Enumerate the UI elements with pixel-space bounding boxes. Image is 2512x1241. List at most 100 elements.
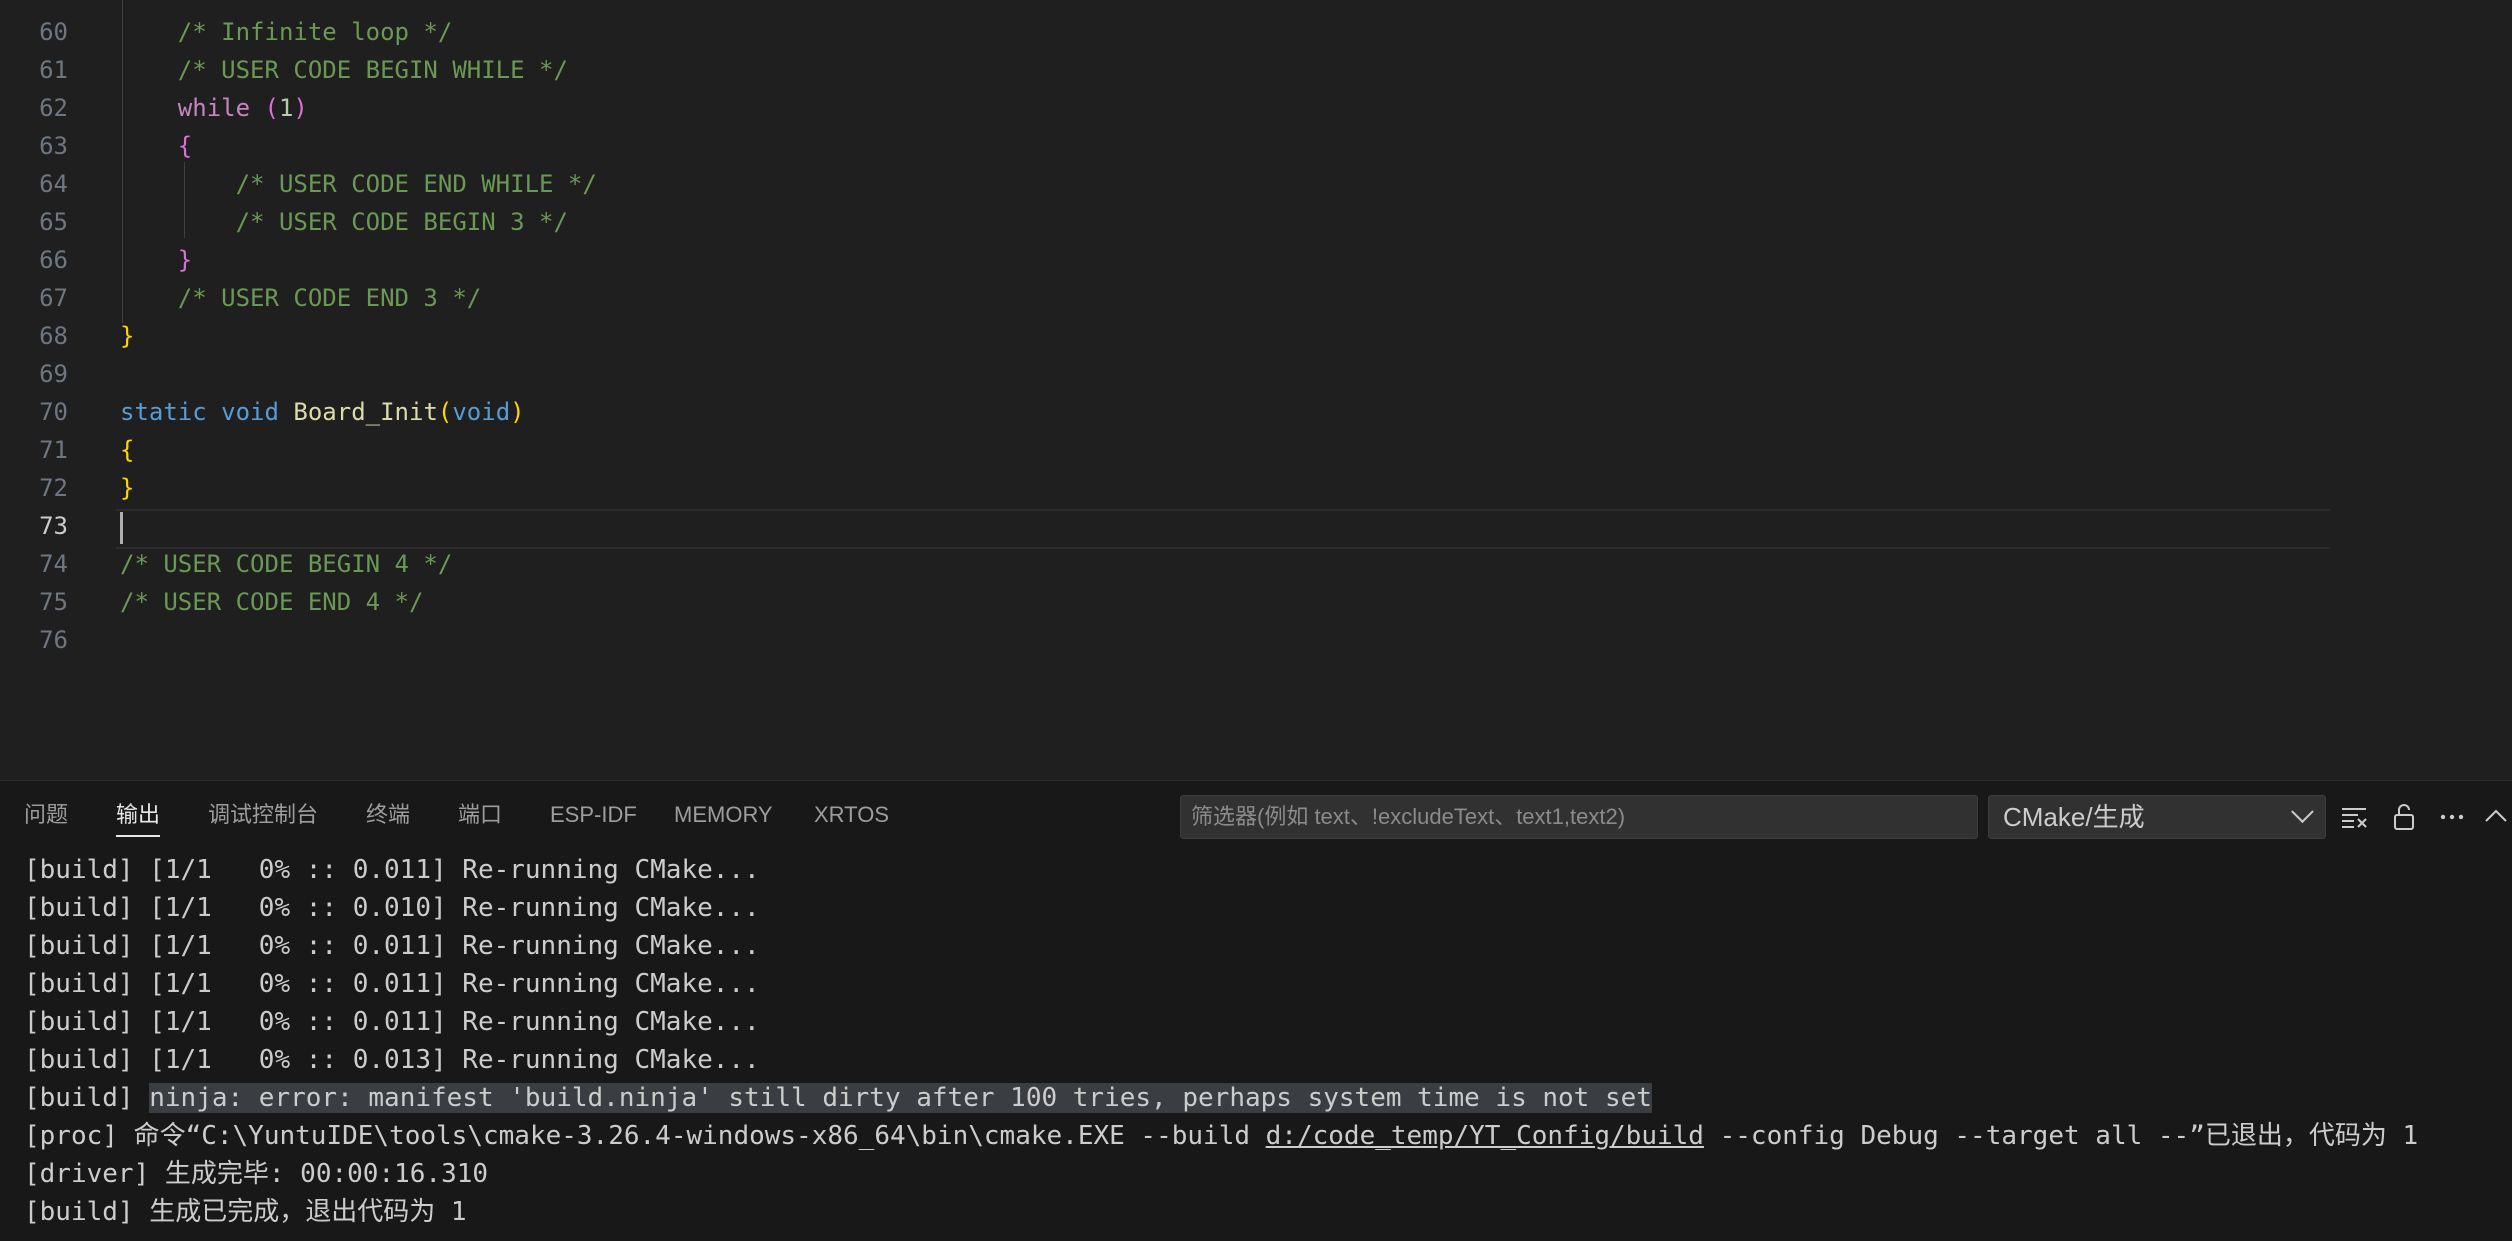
line-number: 75 bbox=[39, 588, 68, 616]
output-view[interactable]: [build] [1/1 0% :: 0.011] Re-running CMa… bbox=[0, 849, 2512, 1241]
output-line: [driver] 生成完毕: 00:00:16.310 bbox=[24, 1155, 488, 1193]
line-number: 73 bbox=[39, 512, 68, 540]
output-line: [proc] 命令“C:\YuntuIDE\tools\cmake-3.26.4… bbox=[24, 1117, 2418, 1155]
line-number: 71 bbox=[39, 436, 68, 464]
output-line: [build] [1/1 0% :: 0.013] Re-running CMa… bbox=[24, 1041, 760, 1079]
code-line[interactable]: 61 /* USER CODE BEGIN WHILE */ bbox=[0, 51, 2512, 89]
code-line[interactable]: 71 { bbox=[0, 431, 2512, 469]
vscode-window: 60 /* Infinite loop */61 /* USER CODE BE… bbox=[0, 0, 2512, 1241]
code-token: ) bbox=[510, 398, 525, 426]
output-line: [build] [1/1 0% :: 0.010] Re-running CMa… bbox=[24, 889, 760, 927]
code-line[interactable]: 72} bbox=[0, 469, 2512, 507]
line-number: 76 bbox=[39, 626, 68, 654]
text-cursor bbox=[120, 512, 123, 544]
output-line: [build] [1/1 0% :: 0.011] Re-running CMa… bbox=[24, 927, 760, 965]
more-actions-icon[interactable] bbox=[2434, 799, 2470, 835]
line-code: /* USER CODE END 4 */ bbox=[120, 583, 423, 621]
output-text: [build] bbox=[24, 1083, 150, 1113]
output-text: [build] [1/1 0% :: 0.011] Re-running CMa… bbox=[24, 1007, 760, 1037]
line-number: 62 bbox=[39, 94, 68, 122]
code-line[interactable]: 68} bbox=[0, 317, 2512, 355]
output-text: [proc] 命令“C:\YuntuIDE\tools\cmake-3.26.4… bbox=[24, 1121, 1266, 1151]
tab-problems[interactable]: 问题 bbox=[24, 781, 68, 849]
code-token: } bbox=[120, 322, 135, 350]
output-text: [build] [1/1 0% :: 0.011] Re-running CMa… bbox=[24, 855, 760, 885]
code-token: Board_Init bbox=[293, 398, 438, 426]
line-code: } bbox=[120, 241, 192, 279]
line-number: 67 bbox=[39, 284, 68, 312]
output-text: [build] [1/1 0% :: 0.010] Re-running CMa… bbox=[24, 893, 760, 923]
bottom-panel: 问题输出调试控制台终端端口 ESP-IDF MEMORY XRTOS CMake/生成 bbox=[0, 780, 2512, 1241]
line-code: while (1) bbox=[120, 89, 308, 127]
code-token: /* Infinite loop */ bbox=[177, 18, 453, 46]
line-number: 69 bbox=[39, 360, 68, 388]
code-token: while bbox=[177, 94, 251, 122]
code-line[interactable]: 63 { bbox=[0, 127, 2512, 165]
output-line: [build] ninja: error: manifest 'build.ni… bbox=[24, 1079, 1652, 1117]
code-token: ) bbox=[293, 94, 308, 122]
output-text: [build] 生成已完成，退出代码为 1 bbox=[24, 1197, 467, 1227]
tab-output[interactable]: 输出 bbox=[116, 781, 161, 849]
line-code: } bbox=[120, 317, 134, 355]
code-line[interactable]: 76 bbox=[0, 621, 2512, 659]
output-text: ninja: error: manifest 'build.ninja' sti… bbox=[149, 1083, 1652, 1113]
tab-xrtos[interactable]: XRTOS bbox=[814, 781, 889, 849]
output-text: [build] [1/1 0% :: 0.011] Re-running CMa… bbox=[24, 931, 760, 961]
tab-memory[interactable]: MEMORY bbox=[674, 781, 773, 849]
tab-debug-console[interactable]: 调试控制台 bbox=[208, 781, 318, 849]
code-line[interactable]: 60 /* Infinite loop */ bbox=[0, 13, 2512, 51]
line-number: 65 bbox=[39, 208, 68, 236]
output-filter-input[interactable] bbox=[1180, 795, 1978, 839]
output-line: [build] [1/1 0% :: 0.011] Re-running CMa… bbox=[24, 1003, 760, 1041]
line-code: /* USER CODE END WHILE */ bbox=[120, 165, 597, 203]
code-line[interactable]: 67 /* USER CODE END 3 */ bbox=[0, 279, 2512, 317]
clear-output-icon[interactable] bbox=[2336, 799, 2372, 835]
line-number: 64 bbox=[39, 170, 68, 198]
line-number: 72 bbox=[39, 474, 68, 502]
code-token: /* USER CODE END 4 */ bbox=[120, 588, 424, 616]
code-editor[interactable]: 60 /* Infinite loop */61 /* USER CODE BE… bbox=[0, 0, 2512, 780]
tab-ports[interactable]: 端口 bbox=[458, 781, 502, 849]
code-line[interactable]: 65 /* USER CODE BEGIN 3 */ bbox=[0, 203, 2512, 241]
output-text: --config Debug --target all --”已退出，代码为 1 bbox=[1703, 1121, 2419, 1151]
line-code: /* USER CODE END 3 */ bbox=[120, 279, 481, 317]
output-line: [build] [1/1 0% :: 0.011] Re-running CMa… bbox=[24, 851, 760, 889]
code-token: } bbox=[177, 246, 193, 274]
maximize-panel-icon[interactable] bbox=[2478, 799, 2512, 835]
output-line: [build] 生成已完成，退出代码为 1 bbox=[24, 1193, 467, 1231]
line-number: 61 bbox=[39, 56, 68, 84]
code-line[interactable]: 66 } bbox=[0, 241, 2512, 279]
output-line: [build] [1/1 0% :: 0.011] Re-running CMa… bbox=[24, 965, 760, 1003]
output-channel-select[interactable]: CMake/生成 bbox=[1988, 795, 2326, 839]
code-token: static bbox=[120, 398, 207, 426]
code-line[interactable]: 69 bbox=[0, 355, 2512, 393]
line-number: 74 bbox=[39, 550, 68, 578]
code-line[interactable]: 75 /* USER CODE END 4 */ bbox=[0, 583, 2512, 621]
lock-scroll-icon[interactable] bbox=[2386, 799, 2422, 835]
code-line[interactable]: 70 static void Board_Init(void) bbox=[0, 393, 2512, 431]
tab-esp-idf[interactable]: ESP-IDF bbox=[550, 781, 637, 849]
code-line[interactable]: 64 /* USER CODE END WHILE */ bbox=[0, 165, 2512, 203]
tab-terminal[interactable]: 终端 bbox=[366, 781, 410, 849]
code-token: { bbox=[120, 436, 135, 464]
code-token: void bbox=[221, 398, 279, 426]
code-token: ( bbox=[437, 398, 453, 426]
output-channel-label: CMake/生成 bbox=[2003, 802, 2145, 832]
code-token: /* USER CODE END 3 */ bbox=[177, 284, 482, 312]
line-code: static void Board_Init(void) bbox=[120, 393, 525, 431]
code-line[interactable]: 62 while (1) bbox=[0, 89, 2512, 127]
line-code: { bbox=[120, 127, 192, 165]
line-number: 60 bbox=[39, 18, 68, 46]
output-path-link[interactable]: d:/code_temp/YT_Config/build bbox=[1266, 1121, 1704, 1151]
line-code: } bbox=[120, 469, 134, 507]
code-line[interactable]: 73 bbox=[0, 507, 2512, 545]
code-line[interactable]: 74 /* USER CODE BEGIN 4 */ bbox=[0, 545, 2512, 583]
